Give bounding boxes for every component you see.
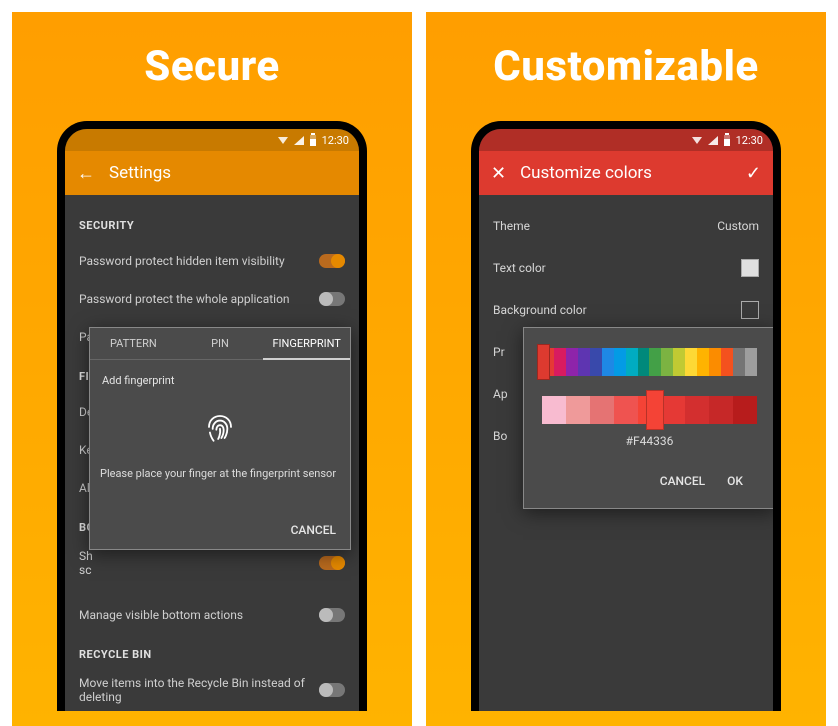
color-picker-dialog: #F44336 CANCEL OK <box>523 327 776 509</box>
setting-label: Password protect the whole application <box>79 292 319 306</box>
dropdown-icon <box>278 137 288 144</box>
option-label: Background color <box>493 303 741 317</box>
hue-segment[interactable] <box>721 348 733 376</box>
dropdown-icon <box>692 137 702 144</box>
option-label: Text color <box>493 261 741 275</box>
hue-segment[interactable] <box>673 348 685 376</box>
back-icon[interactable]: ← <box>77 163 95 184</box>
phone-left: 12:30 ← Settings SECURITY Password prote… <box>57 121 367 711</box>
hue-segment[interactable] <box>638 348 650 376</box>
option-row[interactable]: Text color <box>493 247 759 289</box>
hue-segment[interactable] <box>602 348 614 376</box>
setting-row[interactable]: Password protect the whole application <box>79 280 345 318</box>
hue-segment[interactable] <box>685 348 697 376</box>
phone-right: 12:30 ✕ Customize colors ✓ Theme Custom … <box>471 121 781 711</box>
hue-segment[interactable] <box>566 348 578 376</box>
shade-segment[interactable] <box>733 396 757 424</box>
shade-segment[interactable] <box>709 396 733 424</box>
appbar-title: Settings <box>109 163 171 183</box>
cancel-button[interactable]: CANCEL <box>291 523 336 537</box>
promo-title: Secure <box>144 42 279 91</box>
cancel-button[interactable]: CANCEL <box>660 474 705 488</box>
promo-customizable: Customizable 12:30 ✕ Customize colors ✓ … <box>426 12 826 726</box>
shade-segment[interactable] <box>542 396 566 424</box>
setting-row[interactable]: Manage visible bottom actions <box>79 596 345 634</box>
signal-icon <box>294 136 304 145</box>
hue-segment[interactable] <box>649 348 661 376</box>
hue-segment[interactable] <box>697 348 709 376</box>
hue-thumb[interactable] <box>537 344 550 380</box>
promo-title: Customizable <box>493 42 758 91</box>
color-swatch[interactable] <box>741 301 759 319</box>
setting-row[interactable]: Move items into the Recycle Bin instead … <box>79 671 345 709</box>
hue-segment[interactable] <box>590 348 602 376</box>
setting-row[interactable]: Password protect hidden item visibility <box>79 242 345 280</box>
confirm-icon[interactable]: ✓ <box>746 163 761 184</box>
clock: 12:30 <box>736 134 763 147</box>
theme-label: Theme <box>493 219 717 233</box>
fingerprint-dialog: PATTERN PIN FINGERPRINT Add fingerprint … <box>89 327 351 550</box>
shade-segment[interactable] <box>614 396 638 424</box>
statusbar: 12:30 <box>65 129 359 151</box>
hue-segment[interactable] <box>709 348 721 376</box>
option-row[interactable]: Background color <box>493 289 759 331</box>
tab-pattern[interactable]: PATTERN <box>90 328 177 359</box>
toggle[interactable] <box>319 556 345 570</box>
battery-icon <box>724 135 730 146</box>
dialog-subtitle: Add fingerprint <box>102 374 340 387</box>
shade-thumb[interactable] <box>646 390 664 430</box>
setting-label: Password protect hidden item visibility <box>79 254 319 268</box>
section-security: SECURITY <box>79 219 345 232</box>
promo-secure: Secure 12:30 ← Settings SECURITY Passwor… <box>12 12 412 726</box>
appbar: ✕ Customize colors ✓ <box>479 151 773 195</box>
hue-segment[interactable] <box>614 348 626 376</box>
toggle[interactable] <box>319 254 345 268</box>
hue-segment[interactable] <box>626 348 638 376</box>
appbar: ← Settings <box>65 151 359 195</box>
setting-label: Manage visible bottom actions <box>79 608 319 622</box>
hue-segment[interactable] <box>745 348 757 376</box>
signal-icon <box>708 136 718 145</box>
fingerprint-icon <box>198 405 242 449</box>
ok-button[interactable]: OK <box>727 474 743 488</box>
clock: 12:30 <box>322 134 349 147</box>
appbar-title: Customize colors <box>520 163 652 183</box>
shade-segment[interactable] <box>590 396 614 424</box>
tab-fingerprint[interactable]: FINGERPRINT <box>263 328 350 359</box>
toggle[interactable] <box>319 292 345 306</box>
auth-tabs: PATTERN PIN FINGERPRINT <box>90 328 350 360</box>
setting-label: Sh sc <box>79 549 319 578</box>
tab-pin[interactable]: PIN <box>177 328 264 359</box>
hue-segment[interactable] <box>578 348 590 376</box>
hue-segment[interactable] <box>733 348 745 376</box>
hue-segment[interactable] <box>661 348 673 376</box>
hue-slider[interactable] <box>542 348 757 376</box>
toggle[interactable] <box>319 608 345 622</box>
color-swatch[interactable] <box>741 259 759 277</box>
close-icon[interactable]: ✕ <box>491 163 506 184</box>
shade-segment[interactable] <box>566 396 590 424</box>
shade-slider[interactable] <box>542 396 757 424</box>
theme-value: Custom <box>717 219 759 233</box>
shade-segment[interactable] <box>685 396 709 424</box>
dialog-prompt: Please place your finger at the fingerpr… <box>100 467 340 481</box>
statusbar: 12:30 <box>479 129 773 151</box>
hex-value: #F44336 <box>542 434 757 448</box>
setting-label: Move items into the Recycle Bin instead … <box>79 676 319 705</box>
theme-row[interactable]: Theme Custom <box>493 205 759 247</box>
section-recycle: RECYCLE BIN <box>79 648 345 661</box>
hue-segment[interactable] <box>554 348 566 376</box>
toggle[interactable] <box>319 683 345 697</box>
shade-segment[interactable] <box>661 396 685 424</box>
battery-icon <box>310 135 316 146</box>
